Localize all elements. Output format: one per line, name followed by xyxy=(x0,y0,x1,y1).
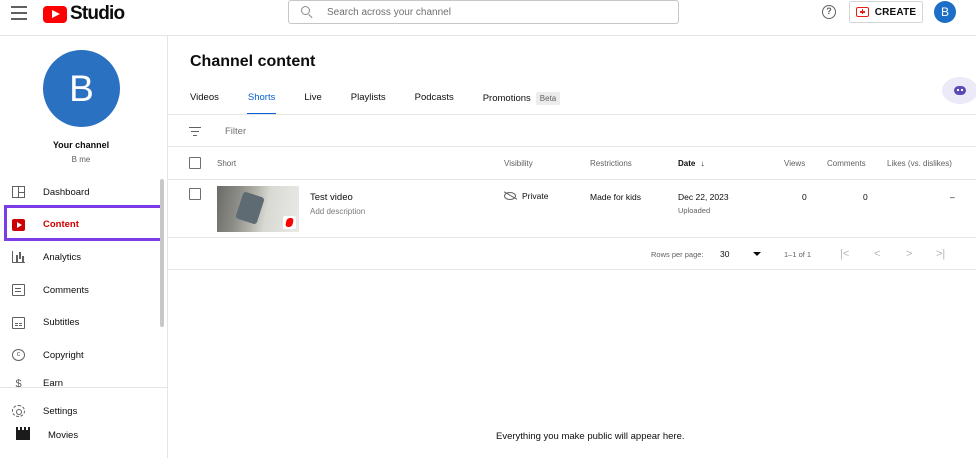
sidebar-item-label: Settings xyxy=(43,405,78,417)
top-bar: Studio ? CREATE B xyxy=(0,0,976,35)
sidebar-item-settings[interactable]: Settings xyxy=(0,399,162,423)
sidebar-item-movies[interactable]: Movies xyxy=(0,426,162,444)
comments-icon xyxy=(12,284,25,297)
sidebar-item-label: Copyright xyxy=(43,349,84,361)
page-range: 1–1 of 1 xyxy=(784,250,812,259)
restrictions-value: Made for kids xyxy=(590,192,642,202)
create-label: CREATE xyxy=(874,6,917,18)
analytics-icon xyxy=(12,251,25,264)
column-date[interactable]: Date ↓ xyxy=(678,159,705,168)
chevron-down-icon[interactable] xyxy=(753,252,761,256)
content-tabs: Videos Shorts Live Playlists Podcasts Pr… xyxy=(190,92,589,115)
dashboard-icon xyxy=(12,186,25,199)
filter-bar: Filter xyxy=(168,115,976,147)
column-restrictions[interactable]: Restrictions xyxy=(590,159,632,168)
shorts-icon xyxy=(283,216,296,229)
sidebar-item-dashboard[interactable]: Dashboard xyxy=(0,176,162,209)
visibility-dropdown[interactable]: Private xyxy=(504,191,548,201)
logo-text: Studio xyxy=(70,3,125,24)
column-short: Short xyxy=(217,159,237,168)
first-page-icon[interactable]: |< xyxy=(840,248,849,260)
page-title: Channel content xyxy=(190,53,316,70)
sidebar-item-label: Analytics xyxy=(43,251,82,263)
date-value: Dec 22, 2023 xyxy=(678,192,729,202)
studio-logo[interactable]: Studio xyxy=(43,3,125,25)
last-page-icon[interactable]: >| xyxy=(936,248,945,260)
column-date-label: Date xyxy=(678,159,696,168)
create-button[interactable]: CREATE xyxy=(849,1,923,23)
next-page-icon[interactable]: > xyxy=(906,248,912,260)
assistant-mascot-icon[interactable] xyxy=(942,77,976,104)
gear-icon xyxy=(12,405,25,417)
sidebar-item-copyright[interactable]: c Copyright xyxy=(0,339,162,372)
pagination: Rows per page: 30 1–1 of 1 |< < > >| xyxy=(168,239,976,270)
create-video-icon xyxy=(855,7,869,17)
empty-state-message: Everything you make public will appear h… xyxy=(496,431,685,442)
sidebar-item-subtitles[interactable]: Subtitles xyxy=(0,306,162,339)
tab-promotions[interactable]: Promotions Beta xyxy=(483,92,561,114)
sidebar-item-label: Movies xyxy=(48,429,79,441)
channel-avatar[interactable]: B xyxy=(43,50,120,127)
visibility-value: Private xyxy=(522,191,549,201)
sidebar-item-label: Comments xyxy=(43,284,89,296)
youtube-play-icon xyxy=(43,5,67,23)
subtitles-icon xyxy=(12,316,25,329)
eye-off-icon xyxy=(504,192,516,200)
sidebar-item-analytics[interactable]: Analytics xyxy=(0,241,162,274)
movie-clapper-icon xyxy=(16,427,30,440)
tab-videos[interactable]: Videos xyxy=(190,92,219,114)
sidebar-item-label: Subtitles xyxy=(43,317,80,329)
views-value: 0 xyxy=(802,192,807,202)
date-status: Uploaded xyxy=(678,206,711,215)
channel-title: Your channel xyxy=(52,140,110,150)
content-highlight-box xyxy=(4,205,163,241)
table-header: Short Visibility Restrictions Date ↓ Vie… xyxy=(168,147,976,180)
filter-icon[interactable] xyxy=(189,127,201,137)
sort-down-icon: ↓ xyxy=(700,159,705,168)
tab-shorts[interactable]: Shorts xyxy=(246,92,277,115)
table-row[interactable]: Test video Add description Private Made … xyxy=(168,181,976,238)
search-icon xyxy=(301,6,313,18)
sidebar-divider xyxy=(0,387,167,388)
previous-page-icon[interactable]: < xyxy=(874,248,880,260)
menu-icon[interactable] xyxy=(11,6,27,20)
filter-input[interactable]: Filter xyxy=(225,126,246,137)
column-visibility[interactable]: Visibility xyxy=(504,159,533,168)
select-all-checkbox[interactable] xyxy=(189,157,201,169)
sidebar-item-label: Dashboard xyxy=(43,186,90,198)
copyright-icon: c xyxy=(12,349,25,362)
tab-playlists[interactable]: Playlists xyxy=(351,92,386,114)
video-title[interactable]: Test video xyxy=(310,192,353,203)
row-checkbox[interactable] xyxy=(189,188,201,200)
help-icon[interactable]: ? xyxy=(822,5,836,19)
sidebar-scrollbar[interactable] xyxy=(160,179,164,327)
sidebar: B Your channel B me Dashboard Content An… xyxy=(0,35,168,458)
video-description[interactable]: Add description xyxy=(310,207,365,216)
beta-badge: Beta xyxy=(535,92,561,105)
search-input[interactable] xyxy=(327,6,667,18)
comments-value: 0 xyxy=(863,192,868,202)
tab-promotions-label: Promotions xyxy=(482,93,531,104)
tab-podcasts[interactable]: Podcasts xyxy=(415,92,454,114)
main-content: Channel content Videos Shorts Live Playl… xyxy=(168,35,976,458)
rows-per-page-select[interactable]: 30 xyxy=(720,249,729,259)
channel-handle: B me xyxy=(71,155,91,164)
search-bar[interactable] xyxy=(288,0,679,24)
rows-per-page-label: Rows per page: xyxy=(651,250,704,259)
likes-value: – xyxy=(950,192,955,202)
column-comments[interactable]: Comments xyxy=(827,159,866,168)
sidebar-item-comments[interactable]: Comments xyxy=(0,274,162,307)
column-views[interactable]: Views xyxy=(784,159,805,168)
account-avatar[interactable]: B xyxy=(934,1,956,23)
video-thumbnail[interactable] xyxy=(217,186,299,232)
tab-live[interactable]: Live xyxy=(304,92,321,114)
column-likes[interactable]: Likes (vs. dislikes) xyxy=(887,159,952,168)
